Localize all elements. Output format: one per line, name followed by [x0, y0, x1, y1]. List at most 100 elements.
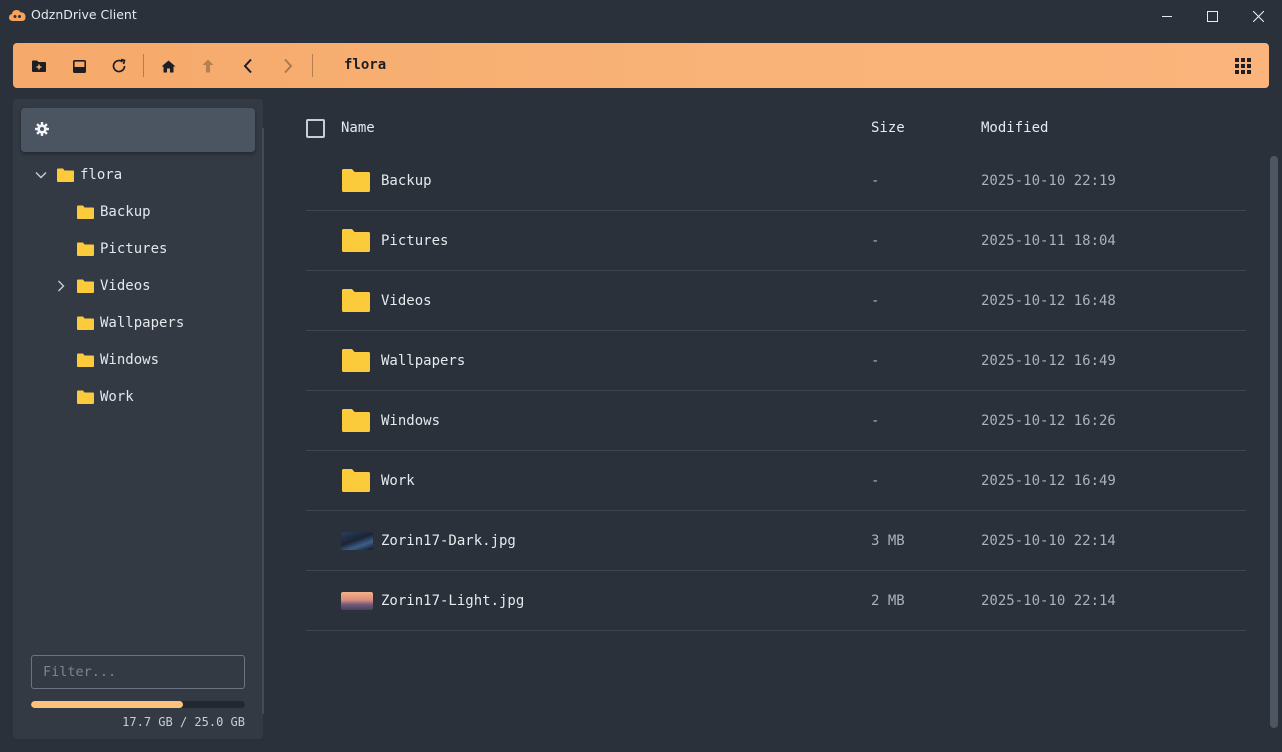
file-modified: 2025-10-12 16:49 [981, 473, 1116, 489]
window-title: OdznDrive Client [31, 7, 137, 22]
file-modified: 2025-10-10 22:14 [981, 533, 1116, 549]
folder-icon [342, 288, 370, 316]
tree-item-videos[interactable]: Videos [53, 274, 151, 298]
table-row[interactable]: Windows - 2025-10-12 16:26 [306, 391, 1246, 451]
file-name: Videos [381, 293, 432, 309]
select-all-checkbox[interactable] [306, 119, 325, 138]
column-header-size[interactable]: Size [871, 120, 905, 136]
folder-icon [57, 168, 74, 182]
upload-icon [72, 59, 86, 73]
file-size: - [871, 173, 880, 189]
folder-icon [77, 242, 94, 256]
file-name: Zorin17-Dark.jpg [381, 533, 516, 549]
column-header-name[interactable]: Name [341, 120, 375, 136]
folder-icon [77, 390, 94, 404]
folder-icon [342, 168, 370, 196]
back-button[interactable] [236, 54, 260, 78]
tree-item-label: Windows [100, 352, 160, 368]
minimize-icon [1161, 15, 1172, 17]
title-bar: OdznDrive Client [0, 0, 1282, 32]
file-name: Work [381, 473, 415, 489]
close-button[interactable] [1235, 0, 1281, 32]
maximize-button[interactable] [1189, 0, 1235, 32]
file-size: - [871, 293, 880, 309]
folder-icon [77, 205, 94, 219]
table-row[interactable]: Work - 2025-10-12 16:49 [306, 451, 1246, 511]
app-logo-icon [9, 10, 26, 21]
chevron-right-icon[interactable] [53, 278, 69, 294]
tree-item-pictures[interactable]: Pictures [77, 237, 167, 261]
file-modified: 2025-10-12 16:48 [981, 293, 1116, 309]
tree-item-windows[interactable]: Windows [77, 348, 159, 372]
file-name: Pictures [381, 233, 449, 249]
file-size: 2 MB [871, 593, 905, 609]
file-size: - [871, 353, 880, 369]
refresh-button[interactable] [107, 54, 131, 78]
chevron-down-icon[interactable] [33, 167, 49, 183]
file-size: 3 MB [871, 533, 905, 549]
up-button[interactable] [196, 54, 220, 78]
folder-icon [77, 279, 94, 293]
minimize-button[interactable] [1144, 0, 1190, 32]
forward-button[interactable] [276, 54, 300, 78]
column-header-modified[interactable]: Modified [981, 120, 1048, 136]
grid-view-icon [1235, 58, 1251, 74]
maximize-icon [1206, 10, 1218, 22]
file-name: Zorin17-Light.jpg [381, 593, 525, 609]
file-size: - [871, 233, 880, 249]
settings-button[interactable] [21, 108, 255, 152]
storage-separator: / [179, 715, 188, 729]
tree-item-label: Work [100, 389, 134, 405]
folder-icon [342, 408, 370, 436]
table-row[interactable]: Pictures - 2025-10-11 18:04 [306, 211, 1246, 271]
file-modified: 2025-10-11 18:04 [981, 233, 1116, 249]
new-folder-button[interactable] [27, 54, 51, 78]
upload-button[interactable] [67, 54, 91, 78]
image-thumbnail [341, 532, 373, 550]
forward-icon [284, 58, 293, 74]
tree-item-flora[interactable]: flora [33, 163, 122, 187]
folder-icon [342, 348, 370, 376]
tree-item-label: flora [80, 167, 123, 183]
file-modified: 2025-10-10 22:14 [981, 593, 1116, 609]
sidebar: flora Backup Pictures Videos Wallpapers … [13, 99, 263, 739]
file-name: Wallpapers [381, 353, 466, 369]
table-row[interactable]: Backup - 2025-10-10 22:19 [306, 151, 1246, 211]
storage-bar-fill [31, 701, 183, 708]
table-row[interactable]: Wallpapers - 2025-10-12 16:49 [306, 331, 1246, 391]
tree-item-backup[interactable]: Backup [77, 200, 151, 224]
tree-item-label: Videos [100, 278, 151, 294]
tree-item-work[interactable]: Work [77, 385, 134, 409]
table-row[interactable]: Videos - 2025-10-12 16:48 [306, 271, 1246, 331]
gear-icon [35, 122, 49, 136]
folder-icon [77, 353, 94, 367]
folder-icon [342, 468, 370, 496]
file-modified: 2025-10-12 16:26 [981, 413, 1116, 429]
grid-view-button[interactable] [1231, 54, 1255, 78]
tree-item-label: Pictures [100, 241, 168, 257]
storage-bar [31, 701, 245, 708]
file-size: - [871, 413, 880, 429]
toolbar: flora [13, 43, 1269, 88]
filter-field[interactable] [31, 655, 245, 689]
storage-used: 17.7 GB [122, 715, 173, 729]
main-scrollbar[interactable] [1270, 156, 1278, 728]
image-thumbnail [341, 592, 373, 610]
new-folder-icon [32, 60, 46, 72]
current-path: flora [344, 57, 387, 73]
home-button[interactable] [156, 54, 180, 78]
folder-icon [342, 228, 370, 256]
file-modified: 2025-10-10 22:19 [981, 173, 1116, 189]
up-arrow-icon [202, 59, 214, 73]
file-name: Windows [381, 413, 441, 429]
refresh-icon [112, 58, 126, 73]
storage-total: 25.0 GB [194, 715, 245, 729]
table-row[interactable]: Zorin17-Dark.jpg 3 MB 2025-10-10 22:14 [306, 511, 1246, 571]
back-icon [243, 58, 252, 74]
tree-item-label: Wallpapers [100, 315, 185, 331]
filter-input[interactable] [32, 656, 244, 688]
tree-item-wallpapers[interactable]: Wallpapers [77, 311, 184, 335]
sidebar-scrollbar[interactable] [262, 128, 264, 714]
table-row[interactable]: Zorin17-Light.jpg 2 MB 2025-10-10 22:14 [306, 571, 1246, 631]
home-icon [161, 60, 175, 72]
